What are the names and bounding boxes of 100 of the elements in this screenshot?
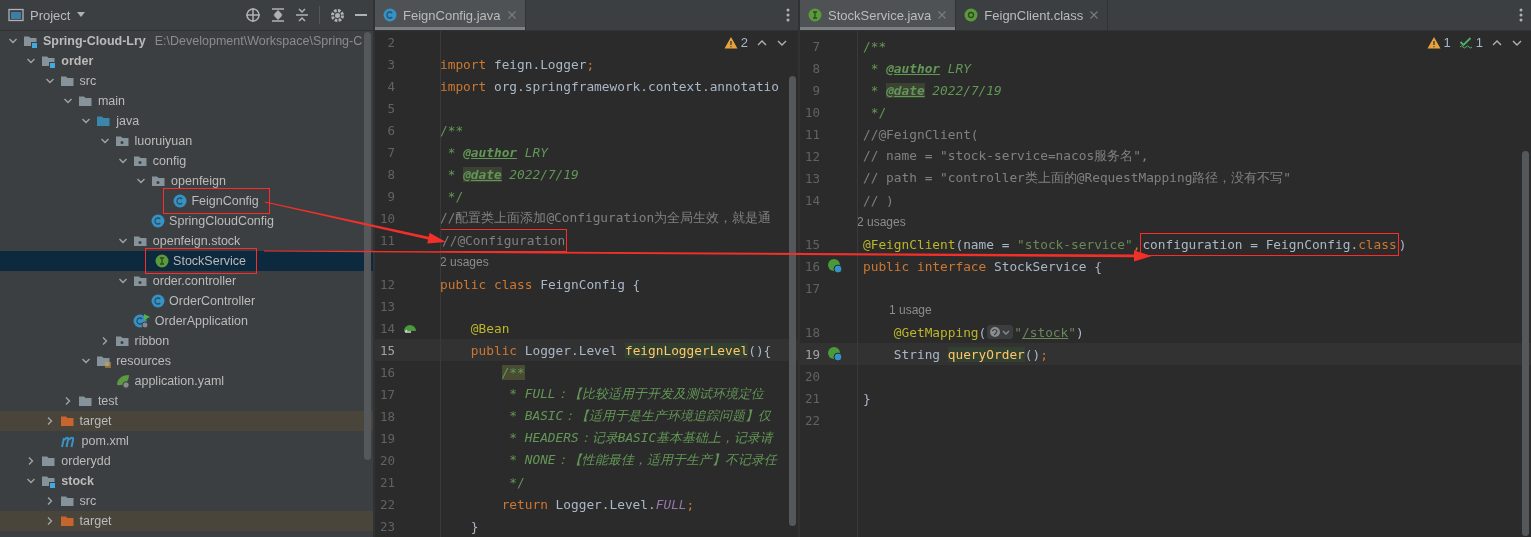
close-icon [1089,10,1100,20]
line-number: 11 [378,233,395,248]
spring-app-icon [132,313,151,329]
panel-title[interactable]: Project [30,7,71,23]
code-line: */ [869,104,887,120]
line-number: 15 [803,237,820,252]
globe-inlay-icon[interactable] [987,325,1014,339]
tree-item[interactable]: Spring-Cloud-Lry E:\Development\Workspace\Spring-C [0,31,373,51]
line-number: 10 [378,210,395,226]
warning-icon [1426,36,1441,49]
previous-highlight-icon [756,37,768,48]
code-line: * BASIC：【适用于是生产环境追踪问题】仅 [508,407,772,425]
editor-tab[interactable]: StockService.java [800,0,957,30]
folder-icon [41,454,58,468]
tree-item[interactable]: application.yaml [0,371,373,391]
usage-hint[interactable]: 2 usages [440,255,798,269]
line-number: 16 [378,364,395,380]
line-number: 17 [803,280,820,296]
folder-icon [59,494,76,508]
code-line: public interface StockService { [862,258,1102,274]
line-number: 22 [803,412,820,428]
collapse-all-icon [295,8,309,22]
tree-item[interactable]: OrderController [0,291,373,311]
tree-item[interactable]: resources [0,351,373,371]
folder-icon [77,394,94,408]
more-options-icon [1519,8,1523,22]
code-line: public Logger.Level feignLoggerLevel(){ [469,342,772,358]
chevron-icon[interactable] [81,116,92,126]
tree-item[interactable]: OrderApplication [0,311,373,331]
tree-item[interactable]: SpringCloudConfig [0,211,373,231]
chevron-icon[interactable] [117,276,128,286]
highlight-frame: StockService [145,248,258,274]
code-line: @GetMapping( "/stock") [892,324,1084,340]
class-icon [151,214,166,228]
code-line: //@FeignClient( [862,126,979,142]
tree-item[interactable]: stock [0,471,373,491]
line-number: 12 [803,148,820,164]
code-line: @Bean [469,320,510,336]
line-number: 5 [386,100,395,116]
scrollbar[interactable] [364,32,371,460]
inspection-count[interactable]: 1 [1475,35,1483,50]
chevron-icon[interactable] [99,136,110,146]
tree-item[interactable]: pom.xml [0,431,373,451]
package-folder-icon [114,334,131,348]
usage-hint[interactable]: 2 usages [857,215,1531,229]
line-number: 22 [378,496,395,512]
line-number: 15 [378,342,395,358]
code-line: import org.springframework.context.annotatio [440,78,779,94]
tree-item[interactable]: luoruiyuan [0,131,373,151]
code-line: String queryOrder(); [892,346,1048,362]
tree-item[interactable]: FeignConfig [0,191,373,211]
code-line: * @date 2022/7/19 [869,82,1002,98]
chevron-icon[interactable] [26,476,37,486]
tree-item[interactable]: orderydd [0,451,373,471]
chevron-icon[interactable] [81,356,92,366]
scrollbar[interactable] [1522,151,1529,536]
tree-item[interactable]: order [0,51,373,71]
resources-folder-icon [96,354,113,368]
tree-item[interactable]: order.controller [0,271,373,291]
line-number: 9 [386,188,395,204]
tree-item[interactable]: target [0,511,373,531]
chevron-icon[interactable] [62,96,73,106]
scrollbar[interactable] [789,76,796,526]
line-number: 17 [378,386,395,402]
tree-item[interactable]: openfeign.stock [0,231,373,251]
tree-item[interactable]: StockService [0,251,373,271]
line-number: 10 [803,104,820,120]
line-number: 23 [378,518,395,534]
code-line: } [469,518,479,534]
chevron-icon[interactable] [26,56,37,66]
warning-icon [723,36,738,49]
locate-icon [245,7,261,23]
tree-item[interactable]: config [0,151,373,171]
tree-item[interactable]: ribbon [0,331,373,351]
chevron-icon[interactable] [44,76,55,86]
tree-item[interactable]: java [0,111,373,131]
tree-item[interactable]: openfeign [0,171,373,191]
chevron-icon[interactable] [136,176,147,186]
project-window-icon [8,8,24,22]
code-line: // ) [862,192,894,208]
chevron-icon[interactable] [117,236,128,246]
tree-item[interactable]: main [0,91,373,111]
chevron-icon[interactable] [8,36,18,46]
tree-item[interactable]: test [0,391,373,411]
annotation-icon [964,8,979,22]
code-line: */ [508,474,525,490]
code-line: // name = "stock-service=nacos服务名", [862,147,1149,165]
chevron-icon[interactable] [117,156,128,166]
spring-gutter-icon [827,346,843,362]
inspection-count[interactable]: 1 [1443,35,1451,50]
folder-icon [59,74,76,88]
line-number: 18 [803,324,820,340]
tree-item[interactable]: src [0,71,373,91]
code-line: return Logger.Level.FULL; [500,496,695,512]
code-line: // path = "controller类上面的@RequestMapping路径，没有不写" [862,169,1292,187]
tree-item[interactable]: src [0,491,373,511]
tree-item[interactable]: target [0,411,373,431]
inspection-count[interactable]: 2 [740,35,748,50]
editor-tab[interactable]: FeignConfig.java [375,0,526,30]
usage-hint[interactable]: 1 usage [857,303,1531,317]
